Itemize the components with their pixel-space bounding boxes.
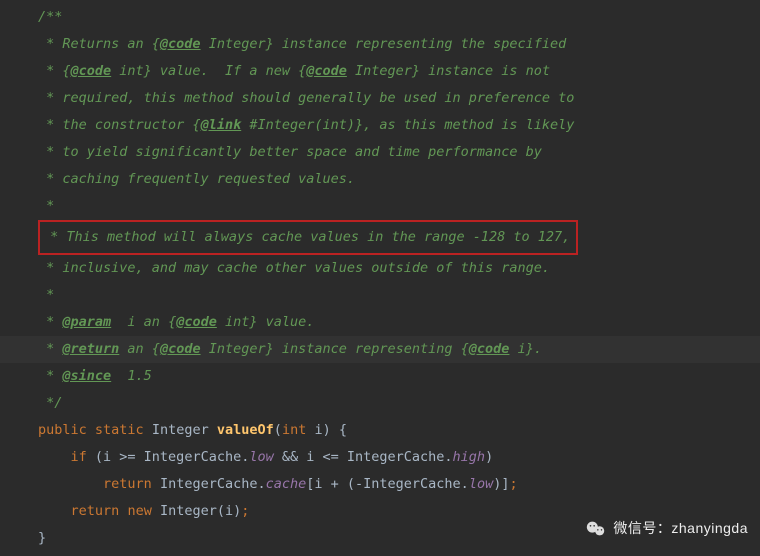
watermark-text: 微信号：zhanyingda (613, 515, 748, 542)
javadoc-line: * (38, 341, 62, 357)
javadoc-line: * { (38, 63, 71, 79)
javadoc-line: * caching frequently requested values. (38, 171, 355, 187)
code-block: /** * Returns an {@code Integer} instanc… (0, 0, 760, 556)
javadoc-line: * the constructor { (38, 117, 201, 133)
javadoc-close: */ (38, 395, 62, 411)
javadoc-line: Integer} instance is not (347, 63, 550, 79)
javadoc-line: int} value. If a new { (111, 63, 306, 79)
javadoc-tag: @code (306, 63, 347, 79)
javadoc-tag: @code (160, 341, 201, 357)
javadoc-tag: @code (71, 63, 112, 79)
javadoc-line: int} value. (217, 314, 315, 330)
method-signature: public static Integer valueOf(int i) { (0, 417, 760, 444)
javadoc-line: * (38, 198, 54, 214)
javadoc-line: #Integer(int)}, as this method is likely (241, 117, 574, 133)
return-cache-line: return IntegerCache.cache[i + (-IntegerC… (0, 471, 760, 498)
javadoc-line: 1.5 (111, 368, 152, 384)
javadoc-line: an { (119, 341, 160, 357)
javadoc-line: * Returns an { (38, 36, 160, 52)
javadoc-line: i an { (111, 314, 176, 330)
method-name: valueOf (217, 422, 274, 438)
javadoc-line: Integer} instance representing { (201, 341, 469, 357)
javadoc-line: * (38, 287, 54, 303)
if-line: if (i >= IntegerCache.low && i <= Intege… (0, 444, 760, 471)
javadoc-line: * (38, 314, 62, 330)
javadoc-line: * (38, 368, 62, 384)
wechat-icon (585, 518, 607, 540)
javadoc-line: * inclusive, and may cache other values … (38, 260, 550, 276)
javadoc-tag-since: @since (62, 368, 111, 384)
javadoc-line: i}. (509, 341, 542, 357)
javadoc-tag: @code (160, 36, 201, 52)
watermark: 微信号：zhanyingda (585, 515, 748, 542)
javadoc-highlighted: * This method will always cache values i… (38, 229, 578, 245)
javadoc-line: * to yield significantly better space an… (38, 144, 542, 160)
javadoc-tag-return: @return (62, 341, 119, 357)
javadoc-tag: @code (469, 341, 510, 357)
highlight-box: * This method will always cache values i… (38, 220, 578, 255)
javadoc-line: Integer} instance representing the speci… (201, 36, 567, 52)
javadoc-open: /** (38, 9, 62, 25)
javadoc-tag: @code (176, 314, 217, 330)
javadoc-line: * required, this method should generally… (38, 90, 574, 106)
javadoc-tag: @link (201, 117, 242, 133)
javadoc-tag-param: @param (62, 314, 111, 330)
